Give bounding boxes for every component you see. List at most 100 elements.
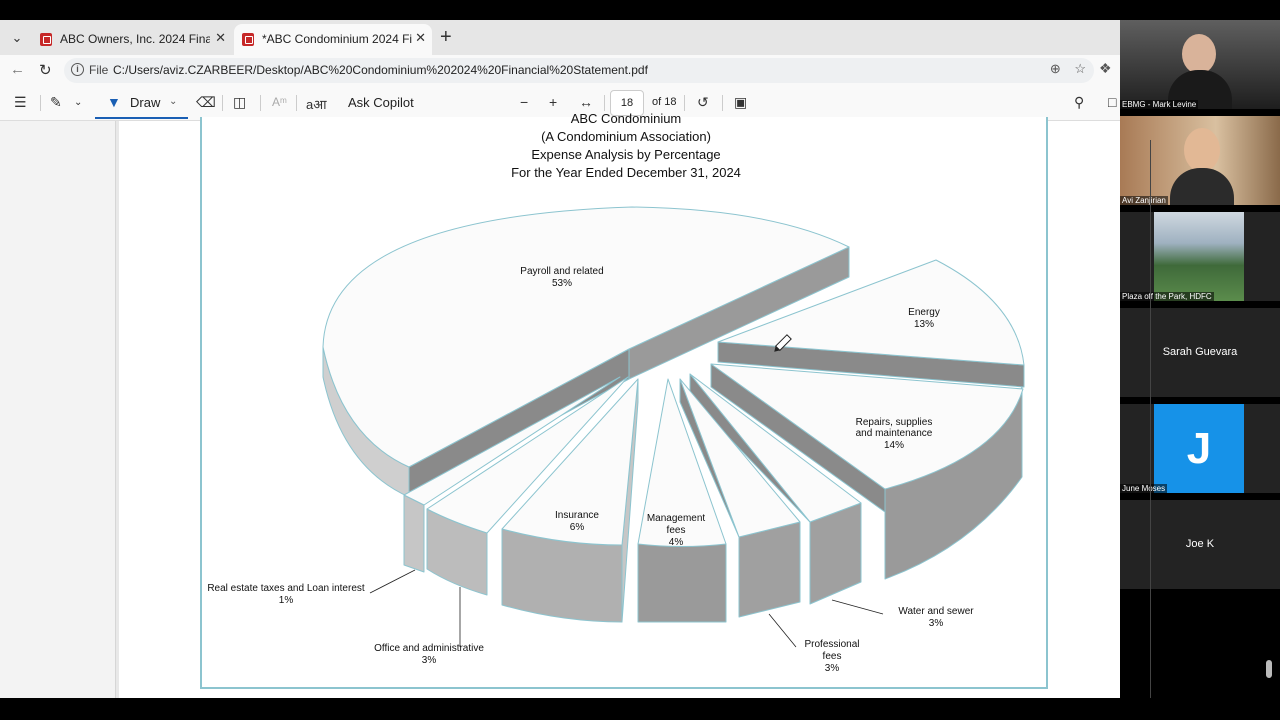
participant-name: EBMG - Mark Levine xyxy=(1120,100,1199,109)
pdf-icon xyxy=(242,33,254,46)
pie-slice-realestate-side xyxy=(403,494,425,573)
label-payroll-pct: 53% xyxy=(552,278,572,289)
tab-abc-owners[interactable]: ABC Owners, Inc. 2024 Financial St ✕ xyxy=(32,24,232,55)
participant-tile-joe[interactable]: Joe K xyxy=(1120,500,1280,589)
label-insurance-pct: 6% xyxy=(570,522,585,533)
side-pane xyxy=(0,121,116,698)
zoom-icon[interactable]: ⊕ xyxy=(1050,61,1061,76)
url-text[interactable]: C:/Users/aviz.CZARBEER/Desktop/ABC%20Con… xyxy=(113,63,648,77)
participant-shirt xyxy=(1170,168,1234,205)
pen-icon: ▼ xyxy=(107,94,121,110)
label-realestate-pct: 1% xyxy=(279,595,294,606)
divider xyxy=(684,95,685,111)
label-repairs-pct: 14% xyxy=(884,440,904,451)
participant-tile-avi[interactable]: Avi Zanjirian xyxy=(1120,116,1280,205)
tab-list-chevron-icon[interactable]: ⌄ xyxy=(6,27,28,49)
fit-page-icon[interactable]: ↔ xyxy=(579,94,593,110)
pie-slice-professional-side xyxy=(738,521,801,618)
label-water-pct: 3% xyxy=(929,618,944,629)
rotate-icon[interactable]: ↺ xyxy=(697,94,709,111)
bottom-black-bar xyxy=(0,698,1280,720)
close-icon[interactable]: ✕ xyxy=(415,30,426,46)
refresh-icon[interactable]: ↻ xyxy=(39,61,52,79)
meeting-video-panel: EBMG - Mark Levine Avi Zanjirian Plaza o… xyxy=(1120,20,1280,700)
label-professional-name-1: Professional xyxy=(804,639,859,650)
address-bar: ← ↻ i File C:/Users/aviz.CZARBEER/Deskto… xyxy=(0,55,1120,85)
highlight-icon[interactable]: ✎ xyxy=(50,94,62,111)
back-arrow-icon[interactable]: ← xyxy=(10,61,25,78)
page-total-label: of 18 xyxy=(652,96,677,108)
zoom-out-icon[interactable]: − xyxy=(520,94,528,110)
pie-chart: Payroll and related 53% Energy 13% Repai… xyxy=(207,206,1025,674)
label-energy-name: Energy xyxy=(908,307,940,318)
tab-title: *ABC Condominium 2024 Financia xyxy=(262,32,412,46)
label-professional-name-2: fees xyxy=(823,651,842,662)
eraser-icon[interactable]: ⌫ xyxy=(196,94,216,111)
participant-video-image xyxy=(1154,212,1244,301)
contents-list-icon[interactable]: ☰ xyxy=(14,94,27,111)
label-professional-pct: 3% xyxy=(825,663,840,674)
pdf-viewer: ABC Condominium (A Condominium Associati… xyxy=(0,111,1120,698)
url-field[interactable]: i File C:/Users/aviz.CZARBEER/Desktop/AB… xyxy=(64,58,1094,83)
tab-abc-condominium[interactable]: *ABC Condominium 2024 Financia ✕ xyxy=(234,24,432,55)
close-icon[interactable]: ✕ xyxy=(215,30,226,46)
participant-name: Plaza off the Park, HDFC xyxy=(1120,292,1214,301)
panel-divider xyxy=(1150,140,1151,700)
extensions-icon[interactable]: ❖ xyxy=(1099,60,1112,77)
participant-name: Avi Zanjirian xyxy=(1120,196,1168,205)
label-insurance-name: Insurance xyxy=(555,510,599,521)
pie-slice-management-side xyxy=(637,543,727,623)
top-black-bar xyxy=(0,0,1280,20)
participant-name: Joe K xyxy=(1185,538,1215,550)
participant-tile-june[interactable]: J June Moses xyxy=(1120,404,1280,493)
page-view-icon[interactable]: ▣ xyxy=(734,94,747,111)
divider xyxy=(260,95,261,111)
divider xyxy=(40,95,41,111)
label-office-name: Office and administrative xyxy=(374,643,484,654)
label-realestate-name: Real estate taxes and Loan interest xyxy=(207,583,365,594)
participant-face xyxy=(1184,128,1220,172)
divider xyxy=(222,95,223,111)
divider xyxy=(722,95,723,111)
tab-strip: ⌄ ABC Owners, Inc. 2024 Financial St ✕ *… xyxy=(0,20,1120,55)
pdf-page: ABC Condominium (A Condominium Associati… xyxy=(119,111,1120,698)
search-icon[interactable]: ⚲ xyxy=(1074,94,1084,111)
favorite-star-icon[interactable]: ☆ xyxy=(1074,61,1086,76)
leader-line-water xyxy=(831,599,884,615)
leader-line-realestate xyxy=(369,569,416,594)
chevron-down-icon[interactable]: ⌄ xyxy=(74,97,82,108)
label-repairs-name-2: and maintenance xyxy=(856,428,933,439)
text-box-icon[interactable]: ◫ xyxy=(233,94,246,111)
chart-frame: ABC Condominium (A Condominium Associati… xyxy=(200,111,1048,689)
draw-label: Draw xyxy=(130,95,161,110)
label-management-name-2: fees xyxy=(667,525,686,536)
label-energy-pct: 13% xyxy=(914,319,934,330)
zoom-in-icon[interactable]: + xyxy=(549,94,557,110)
url-scheme-label: File xyxy=(89,63,109,77)
participant-tile-plaza[interactable]: Plaza off the Park, HDFC xyxy=(1120,212,1280,301)
panel-scrollbar[interactable] xyxy=(1266,660,1272,678)
leader-line-professional xyxy=(768,613,797,648)
label-payroll-name: Payroll and related xyxy=(520,266,603,277)
participant-avatar: J xyxy=(1154,404,1244,493)
info-icon[interactable]: i xyxy=(71,63,84,76)
participant-tile-sarah[interactable]: Sarah Guevara xyxy=(1120,308,1280,397)
label-repairs-name-1: Repairs, supplies xyxy=(856,417,933,428)
ask-copilot-button[interactable]: Ask Copilot xyxy=(348,95,414,110)
label-water-name: Water and sewer xyxy=(898,606,974,617)
screen: ⌄ ABC Owners, Inc. 2024 Financial St ✕ *… xyxy=(0,0,1280,720)
draw-button[interactable]: ▼ Draw ⌄ xyxy=(95,89,188,119)
label-office-pct: 3% xyxy=(422,655,437,666)
overflow-icon[interactable]: □ xyxy=(1108,94,1116,110)
new-tab-plus-icon[interactable]: + xyxy=(440,27,452,47)
tab-title: ABC Owners, Inc. 2024 Financial St xyxy=(60,32,210,46)
divider xyxy=(296,95,297,111)
label-management-name-1: Management xyxy=(647,513,706,524)
participant-face xyxy=(1182,34,1216,74)
chevron-down-icon[interactable]: ⌄ xyxy=(169,96,177,107)
pdf-icon xyxy=(40,33,52,46)
label-management-pct: 4% xyxy=(669,537,684,548)
participant-tile-mark[interactable]: EBMG - Mark Levine xyxy=(1120,20,1280,109)
participant-name: Sarah Guevara xyxy=(1162,346,1238,358)
read-aloud-icon[interactable]: Aᵐ xyxy=(272,95,287,109)
